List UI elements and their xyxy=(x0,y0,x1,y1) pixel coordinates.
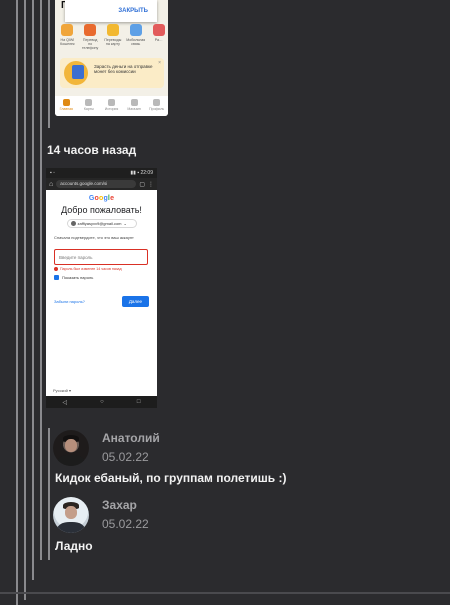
tab-home: Главная xyxy=(56,96,76,116)
close-icon: × xyxy=(158,60,161,66)
thread-line xyxy=(32,0,34,580)
avatar[interactable] xyxy=(53,497,89,533)
quick-action: Переводы на карту xyxy=(104,24,123,50)
promo-banner: Зарасть деньги на отправке монет без ком… xyxy=(60,58,164,88)
form-actions: Забыли пароль? Далее xyxy=(54,296,149,307)
tabs-icon: ▢ xyxy=(139,181,145,188)
card-icon xyxy=(85,99,93,106)
password-field: Введите пароль xyxy=(54,249,148,265)
thread-line xyxy=(24,0,26,600)
thread-line xyxy=(48,428,50,560)
phone-transfer-icon xyxy=(84,24,97,36)
forgot-password-link: Забыли пароль? xyxy=(54,299,85,304)
recents-icon: □ xyxy=(136,399,141,405)
tab-profile: Профиль xyxy=(147,96,167,116)
back-icon: ◁ xyxy=(62,399,68,406)
comment-author[interactable]: Анатолий xyxy=(102,431,160,445)
checkbox-icon xyxy=(54,275,59,280)
thread-line xyxy=(48,0,50,128)
extra-icon xyxy=(152,24,165,36)
hint-text: Сначала подтвердите, что это ваш аккаунт xyxy=(54,235,134,240)
timestamp: 14 часов назад xyxy=(47,143,137,157)
chevron-down-icon: ⌄ xyxy=(123,221,127,226)
quick-action: Мобильная связь xyxy=(126,24,145,50)
url-text: accounts.google.com/si xyxy=(56,180,137,188)
quick-action: На QIWI Кошелек xyxy=(58,24,77,50)
quick-action: Ра… xyxy=(149,24,168,50)
promo-illustration-detail xyxy=(72,65,84,79)
thread-line xyxy=(16,0,18,605)
home-icon xyxy=(62,99,70,106)
dialog: ЗАКРЫТЬ xyxy=(65,0,157,22)
error-icon xyxy=(54,267,58,271)
tab-cards: Карты xyxy=(79,96,99,116)
history-icon xyxy=(107,99,115,106)
comment-text: Кидок ебаный, по группам полетишь :) xyxy=(55,471,287,485)
comment-text: Ладно xyxy=(55,539,93,553)
divider xyxy=(0,592,450,594)
quick-actions: На QIWI Кошелек Перевод по телефону Пере… xyxy=(58,24,168,50)
profile-icon xyxy=(153,99,161,106)
error-message: Пароль был изменен 14 часов назад xyxy=(54,267,157,271)
tab-shop: Магазин xyxy=(124,96,144,116)
card-icon xyxy=(106,24,119,36)
comment-date[interactable]: 05.02.22 xyxy=(102,517,149,531)
welcome-heading: Добро пожаловать! xyxy=(61,205,142,215)
tab-history: История xyxy=(101,96,121,116)
browser-url-bar: ⌂ accounts.google.com/si ▢ ⋮ xyxy=(46,178,157,190)
home-circle-icon: ○ xyxy=(100,399,104,405)
language-selector: Русский ▾ xyxy=(53,388,71,393)
avatar[interactable] xyxy=(53,430,89,466)
home-icon: ⌂ xyxy=(49,180,54,188)
thread-line xyxy=(40,0,42,560)
account-chip: zaffiyasyxx9@gmail.com ⌄ xyxy=(66,219,137,228)
google-logo: Google xyxy=(88,195,115,202)
wallet-icon xyxy=(61,24,74,36)
show-password-checkbox: Показать пароль xyxy=(54,275,157,280)
android-nav-bar: ◁ ○ □ xyxy=(46,396,157,408)
promo-text: Зарасть деньги на отправке монет без ком… xyxy=(94,64,153,74)
account-icon xyxy=(70,221,76,226)
next-button: Далее xyxy=(121,296,149,307)
attached-screenshot-wallet[interactable]: П ЗАКРЫТЬ На QIWI Кошелек Перевод по тел… xyxy=(55,0,168,116)
status-bar: ▪ ◦ ▮▮ ▪ 22:09 xyxy=(46,168,157,178)
quick-action: Перевод по телефону xyxy=(81,24,100,50)
shop-icon xyxy=(130,99,138,106)
comment-date[interactable]: 05.02.22 xyxy=(102,450,149,464)
close-dialog-button: ЗАКРЫТЬ xyxy=(118,8,148,14)
attached-screenshot-login[interactable]: ▪ ◦ ▮▮ ▪ 22:09 ⌂ accounts.google.com/si … xyxy=(46,168,157,408)
mobile-icon xyxy=(129,24,142,36)
tab-bar: Главная Карты История Магазин Профиль xyxy=(55,96,168,116)
menu-icon: ⋮ xyxy=(148,181,154,188)
comment-author[interactable]: Захар xyxy=(102,498,137,512)
